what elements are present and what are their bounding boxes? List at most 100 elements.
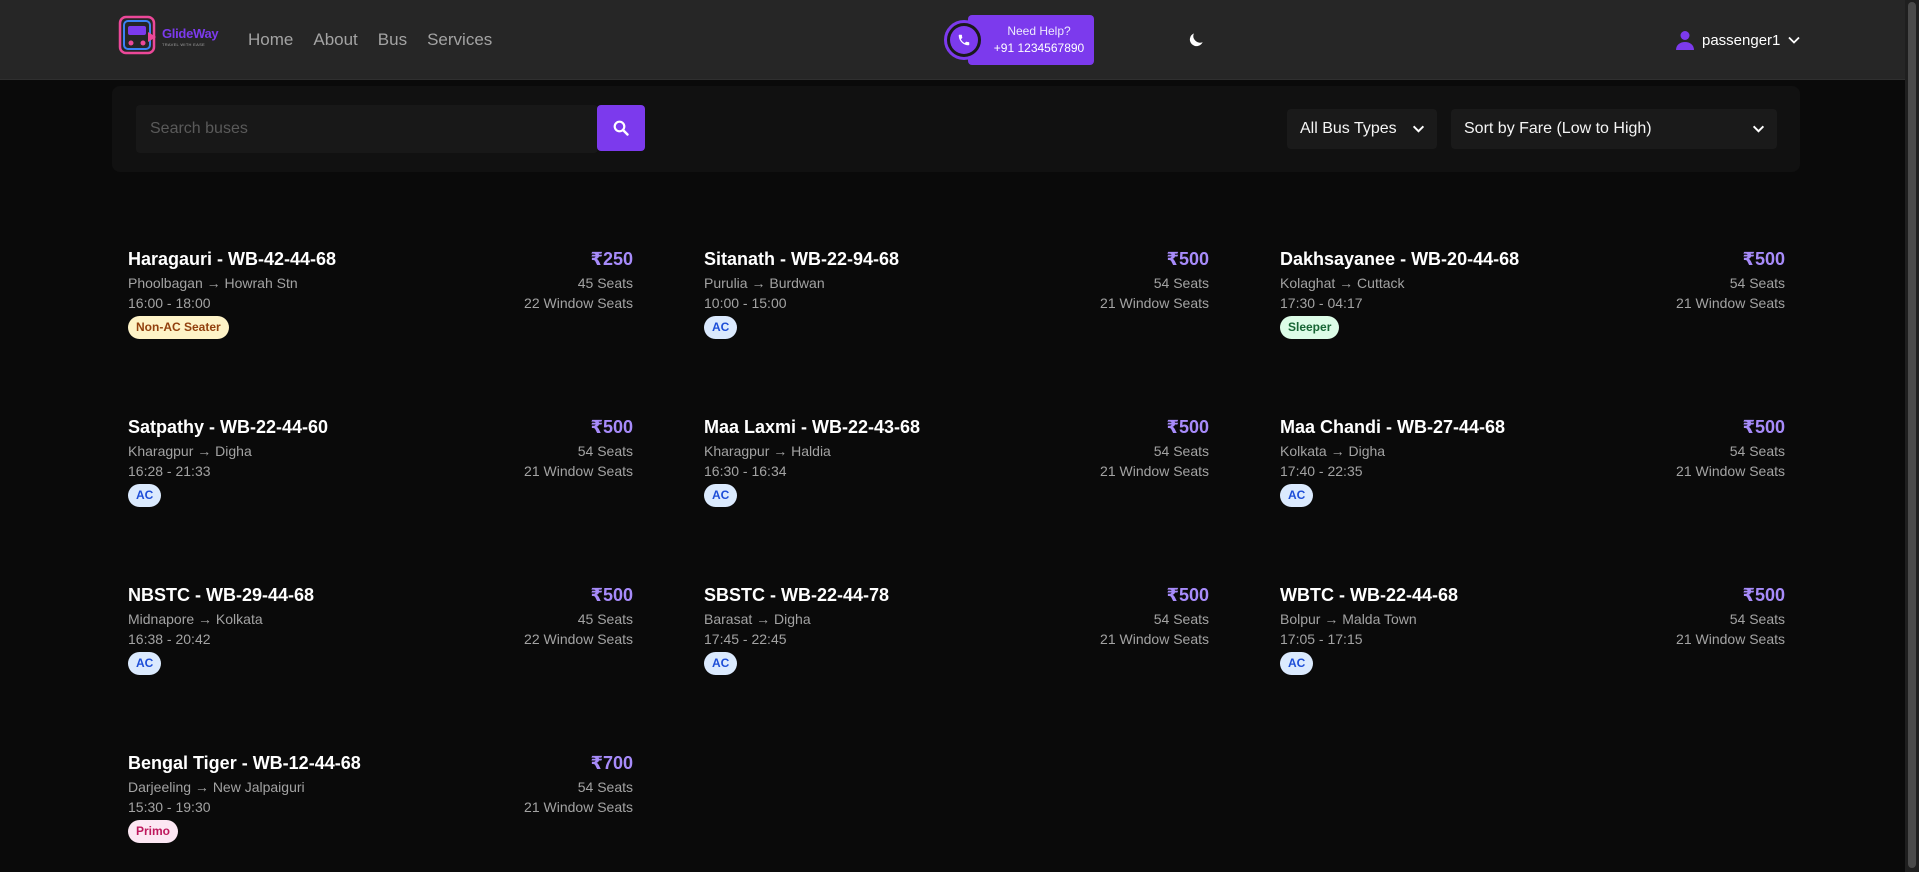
bus-window-seats: 21 Window Seats <box>1100 295 1209 311</box>
bus-fare: ₹700 <box>590 753 633 773</box>
bus-fare: ₹500 <box>1166 417 1209 437</box>
bus-type-badge: Primo <box>128 820 179 843</box>
bus-type-select[interactable]: All Bus Types <box>1287 109 1437 149</box>
bus-window-seats: 21 Window Seats <box>524 463 633 479</box>
bus-fare: ₹250 <box>590 249 633 269</box>
bus-type-select-value: All Bus Types <box>1300 120 1397 137</box>
chevron-down-icon <box>1788 36 1801 44</box>
bus-window-seats: 22 Window Seats <box>524 295 633 311</box>
bus-name: Haragauri - WB-42-44-68 <box>128 249 337 269</box>
nav-home-link[interactable]: Home <box>248 30 293 50</box>
bus-seats: 54 Seats <box>1153 611 1209 627</box>
moon-icon <box>1189 33 1203 47</box>
bus-route: Kolaghat → Cuttack <box>1280 275 1405 291</box>
bus-window-seats: 21 Window Seats <box>1676 631 1785 647</box>
sort-select[interactable]: Sort by Fare (Low to High) <box>1451 109 1777 149</box>
bus-time: 15:30 - 19:30 <box>128 799 211 815</box>
phone-icon-circle <box>944 20 984 60</box>
bus-name: Dakhsayanee - WB-20-44-68 <box>1280 249 1520 269</box>
bus-time: 17:30 - 04:17 <box>1280 295 1363 311</box>
bus-type-badge: AC <box>128 652 162 675</box>
bus-time: 16:28 - 21:33 <box>128 463 211 479</box>
bus-window-seats: 21 Window Seats <box>1100 631 1209 647</box>
bus-seats: 54 Seats <box>1729 443 1785 459</box>
bus-fare: ₹500 <box>1166 585 1209 605</box>
bus-name: Sitanath - WB-22-94-68 <box>704 249 900 269</box>
bus-name: WBTC - WB-22-44-68 <box>1280 585 1459 605</box>
nav-bus-link[interactable]: Bus <box>378 30 407 50</box>
bus-type-badge: AC <box>704 316 738 339</box>
nav-about-link[interactable]: About <box>313 30 357 50</box>
navbar: GlideWay TRAVEL WITH EASE Home About Bus… <box>0 0 1919 80</box>
bus-card[interactable]: SBSTC - WB-22-44-78 Barasat → Digha 17:4… <box>704 585 1209 695</box>
bus-time: 17:40 - 22:35 <box>1280 463 1363 479</box>
bus-name: Satpathy - WB-22-44-60 <box>128 417 329 437</box>
bus-fare: ₹500 <box>1742 585 1785 605</box>
bus-fare: ₹500 <box>590 585 633 605</box>
bus-name: NBSTC - WB-29-44-68 <box>128 585 315 605</box>
bus-card[interactable]: Bengal Tiger - WB-12-44-68 Darjeeling → … <box>128 753 633 863</box>
help-contact[interactable]: Need Help? +91 1234567890 <box>944 15 1152 65</box>
search-panel: All Bus Types Sort by Fare (Low to High) <box>112 86 1800 172</box>
bus-card[interactable]: Maa Laxmi - WB-22-43-68 Kharagpur → Hald… <box>704 417 1209 527</box>
brand-tagline: TRAVEL WITH EASE <box>162 42 206 47</box>
user-menu[interactable]: passenger1 <box>1676 28 1801 52</box>
bus-route: Darjeeling → New Jalpaiguri <box>128 779 305 795</box>
brand-logo[interactable]: GlideWay TRAVEL WITH EASE <box>118 14 220 58</box>
bus-seats: 54 Seats <box>1729 275 1785 291</box>
bus-seats: 54 Seats <box>1729 611 1785 627</box>
bus-seats: 54 Seats <box>577 779 633 795</box>
chevron-down-icon <box>1412 125 1425 133</box>
bus-seats: 45 Seats <box>577 611 633 627</box>
bus-name: Maa Laxmi - WB-22-43-68 <box>704 417 921 437</box>
page-scrollbar[interactable] <box>1905 0 1919 872</box>
bus-window-seats: 22 Window Seats <box>524 631 633 647</box>
brand-name: GlideWay <box>162 26 219 41</box>
bus-card[interactable]: Dakhsayanee - WB-20-44-68 Kolaghat → Cut… <box>1280 249 1785 359</box>
chevron-down-icon <box>1752 125 1765 133</box>
nav-services-link[interactable]: Services <box>427 30 492 50</box>
bus-window-seats: 21 Window Seats <box>1676 295 1785 311</box>
bus-window-seats: 21 Window Seats <box>1100 463 1209 479</box>
bus-type-badge: AC <box>704 484 738 507</box>
bus-name: Bengal Tiger - WB-12-44-68 <box>128 753 361 773</box>
bus-seats: 54 Seats <box>1153 443 1209 459</box>
bus-route: Phoolbagan → Howrah Stn <box>128 275 298 291</box>
bus-window-seats: 21 Window Seats <box>1676 463 1785 479</box>
search-input[interactable] <box>136 105 598 153</box>
bus-route: Kharagpur → Haldia <box>704 443 831 459</box>
bus-fare: ₹500 <box>1166 249 1209 269</box>
bus-type-badge: AC <box>128 484 162 507</box>
bus-type-badge: Sleeper <box>1280 316 1340 339</box>
bus-type-badge: AC <box>704 652 738 675</box>
theme-toggle-button[interactable] <box>1186 30 1206 50</box>
sort-select-value: Sort by Fare (Low to High) <box>1464 120 1652 137</box>
bus-route: Purulia → Burdwan <box>704 275 825 291</box>
scrollbar-thumb[interactable] <box>1908 2 1916 868</box>
bus-seats: 54 Seats <box>577 443 633 459</box>
bus-card[interactable]: Satpathy - WB-22-44-60 Kharagpur → Digha… <box>128 417 633 527</box>
help-box: Need Help? +91 1234567890 <box>968 15 1094 65</box>
bus-name: Maa Chandi - WB-27-44-68 <box>1280 417 1506 437</box>
bus-name: SBSTC - WB-22-44-78 <box>704 585 890 605</box>
bus-route: Barasat → Digha <box>704 611 811 627</box>
bus-route: Midnapore → Kolkata <box>128 611 263 627</box>
bus-window-seats: 21 Window Seats <box>524 799 633 815</box>
bus-time: 10:00 - 15:00 <box>704 295 787 311</box>
bus-card[interactable]: Haragauri - WB-42-44-68 Phoolbagan → How… <box>128 249 633 359</box>
bus-seats: 54 Seats <box>1153 275 1209 291</box>
search-button[interactable] <box>597 105 645 151</box>
bus-route: Kolkata → Digha <box>1280 443 1386 459</box>
bus-fare: ₹500 <box>590 417 633 437</box>
bus-type-badge: AC <box>1280 652 1314 675</box>
user-name: passenger1 <box>1702 31 1781 49</box>
bus-fare: ₹500 <box>1742 417 1785 437</box>
bus-card[interactable]: Maa Chandi - WB-27-44-68 Kolkata → Digha… <box>1280 417 1785 527</box>
bus-route: Kharagpur → Digha <box>128 443 252 459</box>
bus-time: 17:45 - 22:45 <box>704 631 787 647</box>
bus-card[interactable]: Sitanath - WB-22-94-68 Purulia → Burdwan… <box>704 249 1209 359</box>
help-phone-number[interactable]: +91 1234567890 <box>984 40 1094 57</box>
bus-card[interactable]: WBTC - WB-22-44-68 Bolpur → Malda Town 1… <box>1280 585 1785 695</box>
bus-card[interactable]: NBSTC - WB-29-44-68 Midnapore → Kolkata … <box>128 585 633 695</box>
search-icon <box>613 120 629 136</box>
